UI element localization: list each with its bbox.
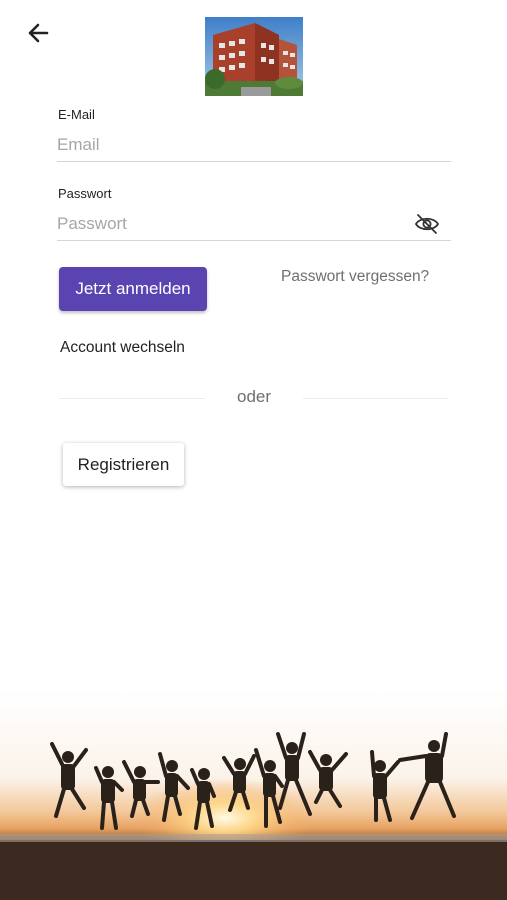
switch-account-link[interactable]: Account wechseln — [60, 339, 185, 357]
login-button[interactable]: Jetzt anmelden — [59, 267, 207, 311]
back-button[interactable] — [22, 18, 54, 48]
building-photo — [205, 17, 303, 96]
register-button[interactable]: Registrieren — [63, 443, 184, 486]
forgot-password-link[interactable]: Passwort vergessen? — [281, 268, 429, 286]
arrow-left-icon — [28, 23, 49, 43]
password-visibility-toggle[interactable] — [413, 212, 441, 236]
divider-text: oder — [236, 387, 272, 406]
divider-line-right — [303, 398, 448, 399]
hero-image-jumping-people — [0, 690, 507, 900]
password-field[interactable] — [57, 208, 451, 241]
login-screen: E-Mail Passwort Jetzt anmelden Passwort … — [0, 0, 507, 900]
email-label: E-Mail — [58, 107, 95, 122]
divider-line-left — [59, 398, 205, 399]
email-field[interactable] — [57, 129, 451, 162]
password-label: Passwort — [58, 186, 112, 201]
eye-off-icon — [414, 214, 440, 234]
